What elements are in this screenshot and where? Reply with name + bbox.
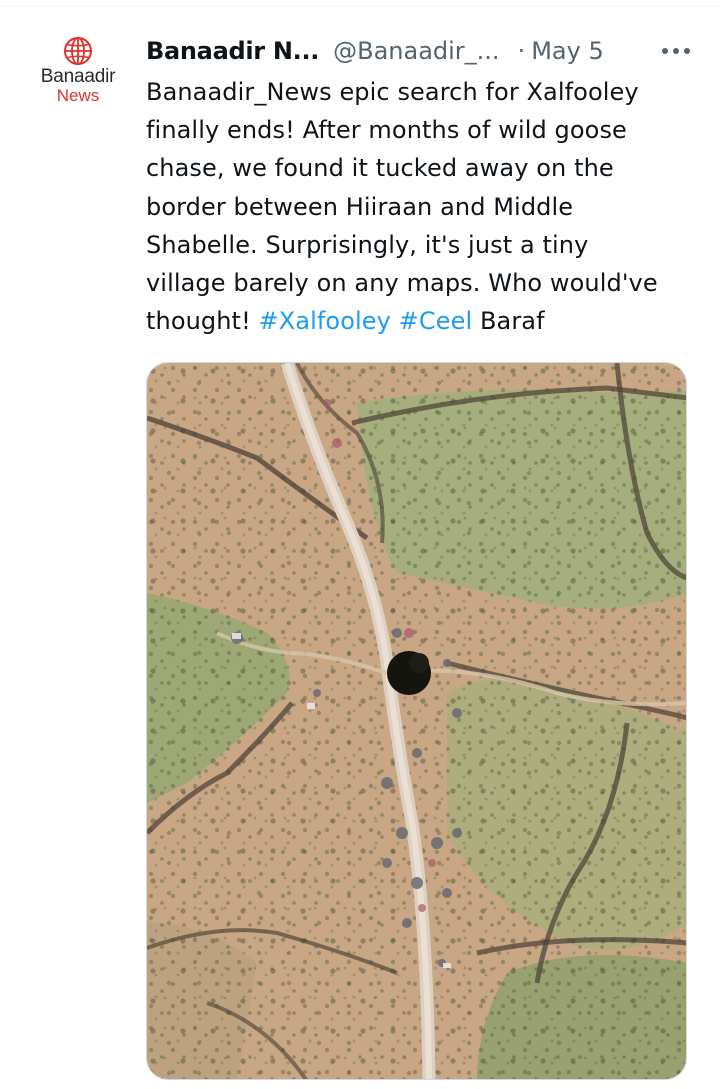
tweet-text-line: border between Hiiraan and Middle bbox=[146, 192, 574, 221]
text-prefix: thought! bbox=[146, 307, 259, 336]
tweet-date[interactable]: May 5 bbox=[531, 37, 604, 65]
satellite-image bbox=[147, 363, 686, 1079]
hashtag-ceel[interactable]: #Ceel bbox=[399, 307, 473, 335]
avatar[interactable]: Banaadir News bbox=[28, 36, 128, 126]
tweet-media-image[interactable] bbox=[146, 362, 687, 1080]
text-space bbox=[391, 307, 399, 335]
more-horizontal-icon bbox=[662, 48, 690, 54]
tweet-header: Banaadir N... @Banaadir_... · May 5 bbox=[146, 32, 696, 70]
tweet-text: Banaadir_News epic search for Xalfooley … bbox=[146, 73, 694, 340]
separator-dot: · bbox=[517, 37, 526, 65]
tweet-text-line: Banaadir_News epic search for Xalfooley bbox=[146, 78, 639, 106]
hashtag-xalfooley[interactable]: #Xalfooley bbox=[259, 307, 391, 335]
tweet-text-line: finally ends! After months of wild goose bbox=[146, 116, 627, 145]
tweet-text-line: chase, we found it tucked away on the bbox=[146, 154, 614, 183]
tweet[interactable]: Banaadir News Banaadir N... @Banaadir_..… bbox=[0, 0, 720, 1089]
author-name[interactable]: Banaadir N... bbox=[146, 37, 319, 65]
more-button[interactable] bbox=[656, 32, 696, 70]
tweet-text-line: Shabelle. Surprisingly, it's just a tiny bbox=[146, 230, 589, 259]
tweet-text-line: village barely on any maps. Who would've bbox=[146, 269, 658, 298]
author-handle[interactable]: @Banaadir_... bbox=[333, 37, 499, 65]
avatar-brand-line1: Banaadir bbox=[40, 66, 116, 87]
tweet-text-last-line: thought! #Xalfooley #Ceel Baraf bbox=[146, 302, 694, 340]
avatar-brand-line2: News bbox=[56, 86, 100, 105]
globe-logo-icon bbox=[64, 37, 92, 65]
text-suffix: Baraf bbox=[472, 307, 545, 336]
